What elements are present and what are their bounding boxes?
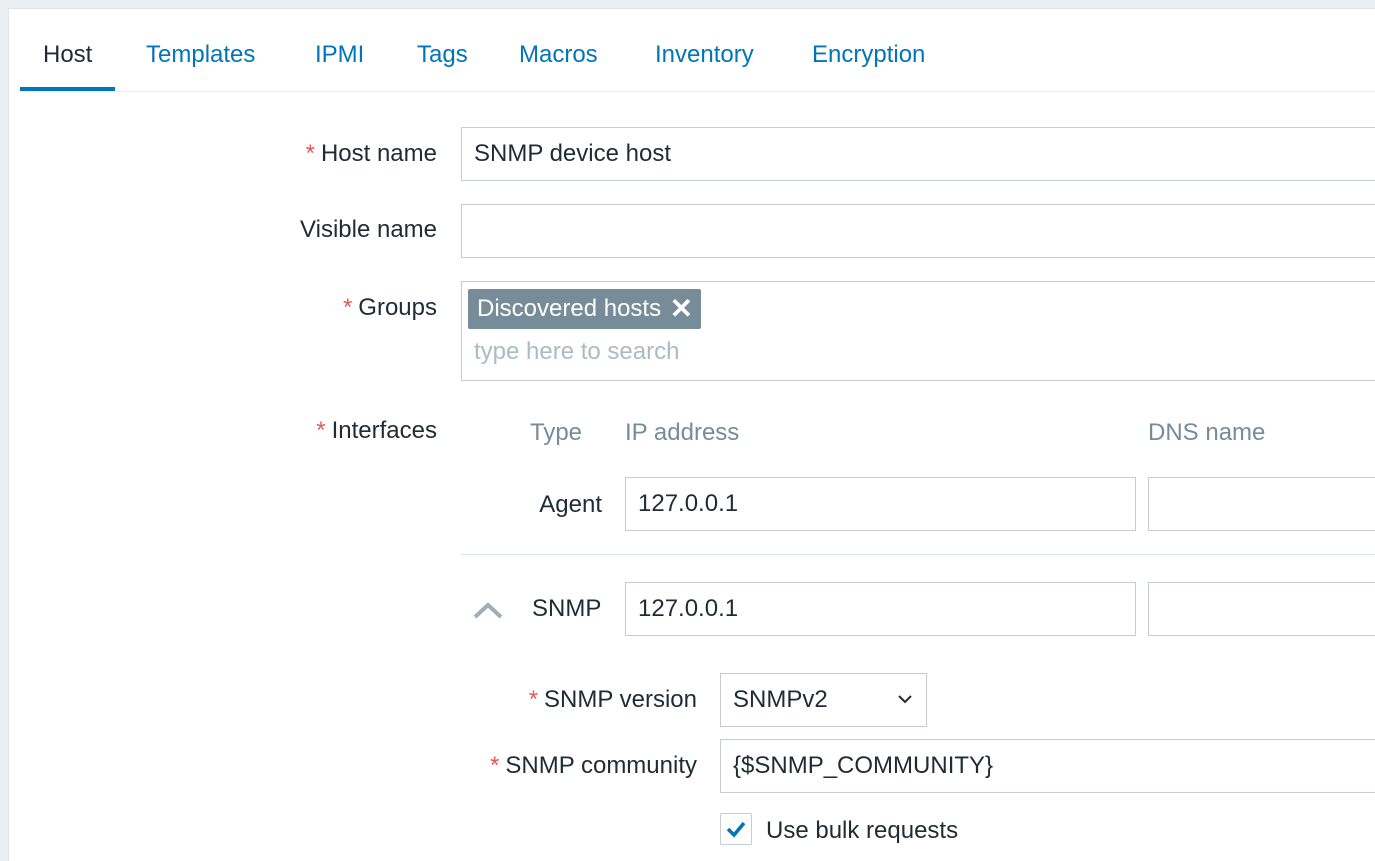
checkmark-icon bbox=[726, 821, 746, 838]
group-chip-label: Discovered hosts bbox=[477, 295, 662, 322]
group-chip: Discovered hosts ✕ bbox=[468, 289, 702, 329]
snmp-community-label: * SNMP community bbox=[490, 752, 697, 779]
tab-tags[interactable]: Tags bbox=[417, 9, 468, 91]
snmp-ip-input[interactable] bbox=[625, 582, 1136, 636]
snmp-version-value: SNMPv2 bbox=[733, 686, 828, 713]
tab-ipmi[interactable]: IPMI bbox=[315, 9, 364, 91]
interface-type-snmp: SNMP bbox=[532, 595, 602, 622]
interface-divider bbox=[461, 554, 1375, 555]
snmp-dns-input[interactable] bbox=[1148, 582, 1375, 636]
column-type: Type bbox=[530, 419, 583, 446]
tab-macros[interactable]: Macros bbox=[519, 9, 598, 91]
groups-multiselect[interactable]: Discovered hosts ✕ bbox=[461, 281, 1375, 381]
interface-type-agent: Agent bbox=[539, 491, 602, 518]
tab-bar: Host Templates IPMI Tags Macros Inventor… bbox=[20, 9, 1375, 92]
chevron-up-icon[interactable] bbox=[471, 599, 505, 621]
groups-label: * Groups bbox=[342, 294, 437, 321]
host-name-input[interactable] bbox=[461, 127, 1375, 181]
column-ip-address: IP address bbox=[625, 419, 740, 446]
use-bulk-requests-checkbox[interactable] bbox=[720, 813, 752, 845]
host-form-panel: Host Templates IPMI Tags Macros Inventor… bbox=[8, 8, 1375, 861]
groups-search-input[interactable] bbox=[462, 332, 1375, 372]
tab-inventory[interactable]: Inventory bbox=[655, 9, 754, 91]
snmp-version-select[interactable]: SNMPv2 bbox=[720, 673, 927, 727]
required-marker: * bbox=[342, 294, 353, 321]
tab-encryption[interactable]: Encryption bbox=[812, 9, 925, 91]
visible-name-label: Visible name bbox=[300, 216, 437, 243]
agent-ip-input[interactable] bbox=[625, 477, 1136, 531]
required-marker: * bbox=[528, 686, 539, 713]
required-marker: * bbox=[490, 752, 500, 779]
snmp-community-input[interactable] bbox=[720, 739, 1375, 793]
agent-dns-input[interactable] bbox=[1148, 477, 1375, 531]
tab-templates[interactable]: Templates bbox=[146, 9, 255, 91]
interfaces-label: * Interfaces bbox=[316, 417, 437, 444]
host-name-label: * Host name bbox=[305, 140, 437, 167]
visible-name-input[interactable] bbox=[461, 204, 1375, 258]
tab-host[interactable]: Host bbox=[20, 9, 116, 91]
snmp-version-label: * SNMP version bbox=[528, 686, 697, 713]
close-icon[interactable]: ✕ bbox=[670, 289, 693, 329]
required-marker: * bbox=[305, 140, 315, 167]
required-marker: * bbox=[316, 417, 326, 444]
chevron-down-icon bbox=[898, 695, 912, 704]
column-dns-name: DNS name bbox=[1148, 419, 1266, 446]
use-bulk-requests-label[interactable]: Use bulk requests bbox=[766, 817, 958, 845]
